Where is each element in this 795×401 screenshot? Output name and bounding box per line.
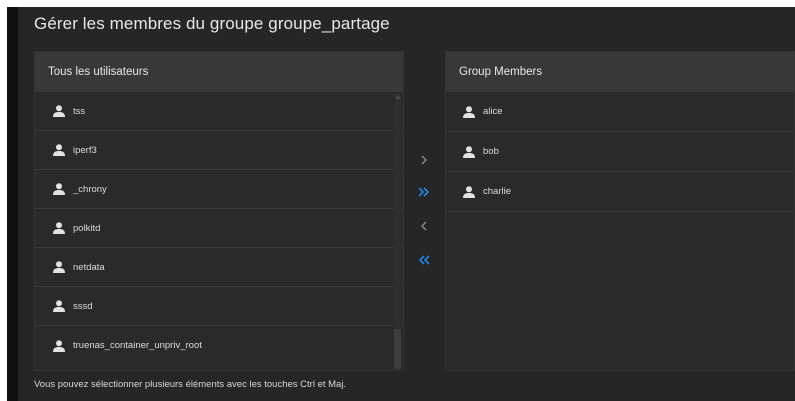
list-item-label: sssd [73,300,93,312]
multi-select-hint: Vous pouvez sélectionner plusieurs éléme… [34,379,347,390]
user-icon [463,145,475,158]
all-users-panel: Tous les utilisateurs tss iperf3 _chrony… [34,51,404,371]
list-item[interactable]: truenas_container_unpriv_root [35,326,403,365]
user-icon [53,222,65,234]
list-item[interactable]: tss [35,92,403,131]
list-item[interactable]: charlie [446,172,794,212]
chevron-right-icon [421,155,427,165]
user-icon [463,105,475,118]
group-members-list: alice bob charlie [446,92,794,212]
chevron-left-icon [421,221,427,231]
list-item[interactable]: bob [446,132,794,172]
scrollbar-thumb[interactable] [394,329,401,369]
list-item[interactable]: netdata [35,248,403,287]
double-chevron-right-icon [418,187,430,197]
user-icon [53,105,65,117]
add-selected-button[interactable] [415,151,433,169]
list-item[interactable]: _chrony [35,170,403,209]
dialog-title: Gérer les membres du groupe groupe_parta… [34,14,390,33]
user-icon [53,339,65,352]
list-item[interactable]: sssd [35,287,403,326]
remove-selected-button[interactable] [415,217,433,235]
list-item[interactable]: iperf3 [35,131,403,170]
remove-all-button[interactable] [415,251,433,269]
list-item-label: truenas_container_unpriv_root [73,340,202,351]
list-item-label: polkitd [73,222,101,234]
scroll-up-arrow-icon[interactable] [395,95,401,99]
all-users-list: tss iperf3 _chrony polkitd netdata sssd … [35,92,403,365]
user-icon [53,300,65,312]
list-item-label: bob [483,146,499,157]
list-item-label: _chrony [73,183,107,195]
list-item-label: iperf3 [73,144,97,156]
list-item-label: tss [73,105,86,117]
user-icon [53,144,65,156]
list-item-label: netdata [73,261,105,273]
group-members-header: Group Members [446,52,794,92]
list-item[interactable]: polkitd [35,209,403,248]
user-icon [53,183,65,195]
add-all-button[interactable] [415,183,433,201]
all-users-header: Tous les utilisateurs [35,52,403,92]
list-item-label: alice [483,106,503,117]
scrollbar[interactable] [394,93,401,371]
list-item[interactable]: alice [446,92,794,132]
list-item-label: charlie [483,186,511,197]
user-icon [53,261,65,273]
user-icon [463,185,475,198]
group-members-panel: Group Members alice bob charlie [445,51,795,371]
double-chevron-left-icon [418,255,430,265]
